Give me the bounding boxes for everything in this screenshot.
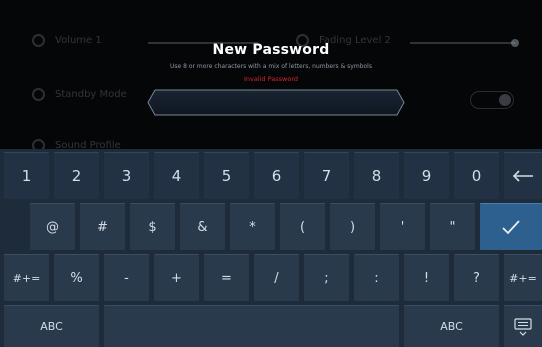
key-7[interactable]: 7 [304, 152, 349, 199]
key-3[interactable]: 3 [104, 152, 149, 199]
checkmark-icon [502, 220, 520, 235]
key-2[interactable]: 2 [54, 152, 99, 199]
key-0[interactable]: 0 [454, 152, 499, 199]
key-hash[interactable]: # [80, 203, 125, 250]
bg-toggle [470, 91, 514, 109]
enter-key[interactable] [480, 203, 542, 250]
key-apostrophe[interactable]: ' [380, 203, 425, 250]
bg-item-label: Standby Mode [55, 89, 127, 100]
hide-keyboard-key[interactable] [504, 305, 542, 347]
password-hint: Use 8 or more characters with a mix of l… [170, 63, 372, 70]
key-6[interactable]: 6 [254, 152, 299, 199]
key-open-paren[interactable]: ( [280, 203, 325, 250]
keyboard-hide-icon [514, 317, 532, 336]
password-screen: Volume 1 Fading Level 2 Standby Mode Sou… [0, 0, 542, 347]
key-more-symbols[interactable]: #+= [4, 254, 49, 301]
key-minus[interactable]: - [104, 254, 149, 301]
key-1[interactable]: 1 [4, 152, 49, 199]
key-8[interactable]: 8 [354, 152, 399, 199]
key-more-symbols-right[interactable]: #+= [504, 254, 542, 301]
key-semicolon[interactable]: ; [304, 254, 349, 301]
standby-icon [32, 88, 45, 101]
key-quote[interactable]: " [430, 203, 475, 250]
backspace-key[interactable] [504, 152, 542, 199]
key-equals[interactable]: = [204, 254, 249, 301]
key-9[interactable]: 9 [404, 152, 449, 199]
onscreen-keyboard: 1 2 3 4 5 6 7 8 9 0 @ # $ & * ( ) ' " #+… [0, 149, 542, 347]
key-5[interactable]: 5 [204, 152, 249, 199]
key-slash[interactable]: / [254, 254, 299, 301]
key-question[interactable]: ? [454, 254, 499, 301]
key-exclamation[interactable]: ! [404, 254, 449, 301]
space-key[interactable] [104, 305, 399, 347]
dialog-title: New Password [212, 42, 330, 58]
abc-key-left[interactable]: ABC [4, 305, 99, 347]
key-dollar[interactable]: $ [130, 203, 175, 250]
key-ampersand[interactable]: & [180, 203, 225, 250]
bg-item-standby: Standby Mode [32, 88, 127, 101]
key-colon[interactable]: : [354, 254, 399, 301]
password-input[interactable] [147, 89, 405, 116]
error-message: Invalid Password [243, 75, 299, 83]
backspace-icon [512, 170, 533, 182]
key-percent[interactable]: % [54, 254, 99, 301]
key-close-paren[interactable]: ) [330, 203, 375, 250]
abc-key-right[interactable]: ABC [404, 305, 499, 347]
key-at[interactable]: @ [30, 203, 75, 250]
key-asterisk[interactable]: * [230, 203, 275, 250]
key-4[interactable]: 4 [154, 152, 199, 199]
key-plus[interactable]: + [154, 254, 199, 301]
